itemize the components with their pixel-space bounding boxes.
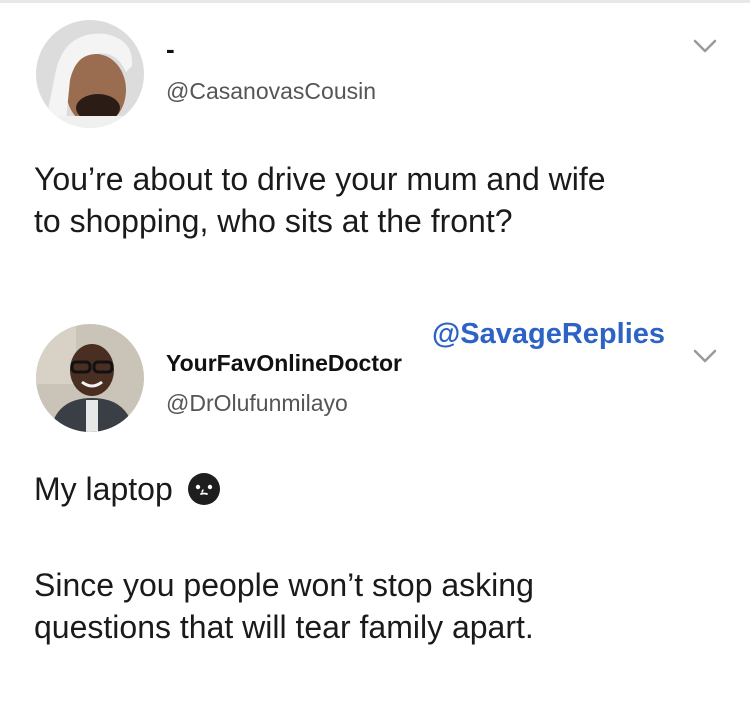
user-handle[interactable]: @DrOlufunmilayo	[166, 390, 348, 417]
tweet-original: - @CasanovasCousin You’re about to drive…	[0, 0, 750, 270]
tweet-text-line: to shopping, who sits at the front?	[34, 203, 513, 239]
tweet-text: You’re about to drive your mum and wife …	[34, 158, 724, 242]
tweet-text-line: My laptop	[34, 471, 173, 507]
display-name[interactable]: -	[166, 34, 175, 65]
display-name[interactable]: YourFavOnlineDoctor	[166, 350, 402, 377]
tweet-text-line: Since you people won’t stop asking	[34, 567, 534, 603]
tweet-text: My laptop	[34, 468, 221, 510]
tweet-text-line: questions that will tear family apart.	[34, 609, 534, 645]
avatar[interactable]	[36, 20, 144, 128]
chevron-down-icon[interactable]	[692, 346, 718, 366]
tweet-reply: YourFavOnlineDoctor @DrOlufunmilayo My l…	[0, 300, 750, 700]
avatar-photo-icon	[36, 20, 144, 128]
avatar-photo-icon	[36, 324, 144, 432]
face-emoji-icon	[187, 473, 220, 505]
tweet-text-line: You’re about to drive your mum and wife	[34, 161, 606, 197]
user-handle[interactable]: @CasanovasCousin	[166, 78, 376, 105]
chevron-down-icon[interactable]	[692, 36, 718, 56]
tweet-text: Since you people won’t stop asking quest…	[34, 564, 724, 648]
avatar[interactable]	[36, 324, 144, 432]
